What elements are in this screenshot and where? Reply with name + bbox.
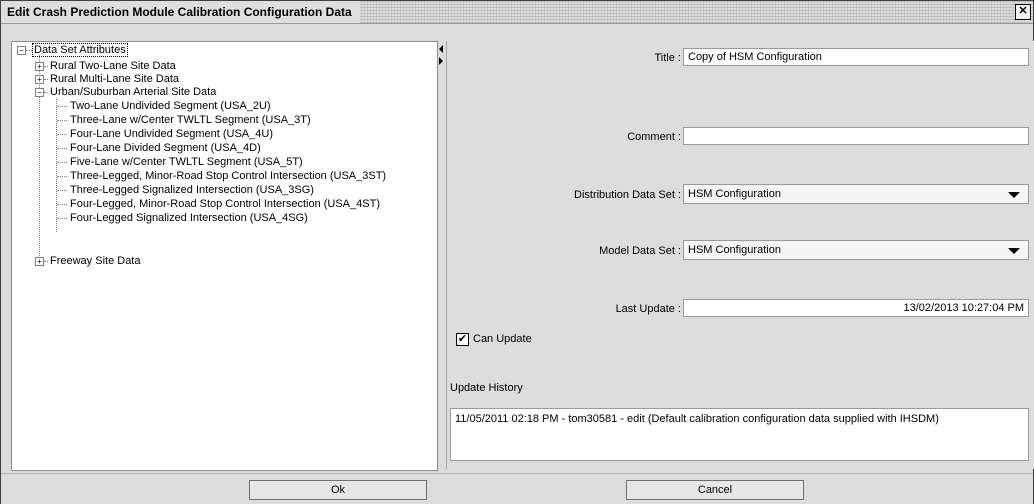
distribution-data-set-value: HSM Configuration	[688, 188, 781, 200]
dialog-window: Edit Crash Prediction Module Calibration…	[0, 0, 1034, 504]
tree-connector	[44, 92, 48, 93]
tree-item-rural-multi-lane[interactable]: Rural Multi-Lane Site Data	[50, 73, 179, 86]
tree-connector	[57, 176, 67, 177]
tree-connector	[57, 148, 67, 149]
tree-connector	[57, 204, 67, 205]
model-data-set-value: HSM Configuration	[688, 244, 781, 256]
tree-connector	[57, 134, 67, 135]
can-update-checkbox[interactable]: ✔	[456, 333, 469, 346]
distribution-data-set-select[interactable]: HSM Configuration	[683, 184, 1029, 204]
tree-connector	[39, 55, 40, 262]
tree-connector	[56, 99, 57, 232]
cancel-button[interactable]: Cancel	[626, 480, 804, 500]
data-set-tree: − Data Set Attributes + Rural Two-Lane S…	[12, 42, 437, 470]
tree-item-urban-arterial[interactable]: Urban/Suburban Arterial Site Data	[50, 86, 216, 99]
chevron-down-icon[interactable]	[1008, 248, 1020, 254]
tree-connector	[57, 120, 67, 121]
expand-icon[interactable]: +	[35, 62, 44, 71]
tree-item-usa-4st[interactable]: Four-Legged, Minor-Road Stop Control Int…	[70, 198, 380, 211]
expand-icon[interactable]: +	[35, 75, 44, 84]
comment-field[interactable]	[683, 127, 1029, 145]
form-panel: Title : Copy of HSM Configuration Commen…	[446, 41, 1034, 469]
expand-icon[interactable]: +	[35, 257, 44, 266]
chevron-down-icon[interactable]	[1008, 192, 1020, 198]
tree-connector	[57, 190, 67, 191]
tree-item-freeway[interactable]: Freeway Site Data	[50, 255, 140, 268]
tree-panel[interactable]: − Data Set Attributes + Rural Two-Lane S…	[11, 41, 438, 471]
tree-item-usa-3t[interactable]: Three-Lane w/Center TWLTL Segment (USA_3…	[70, 114, 311, 127]
model-data-set-select[interactable]: HSM Configuration	[683, 240, 1029, 260]
collapse-icon[interactable]: −	[35, 88, 44, 97]
collapse-right-icon[interactable]	[439, 57, 443, 65]
ok-button[interactable]: Ok	[249, 480, 427, 500]
split-pane-divider[interactable]	[438, 41, 446, 469]
tree-connector	[57, 106, 67, 107]
distribution-data-set-label: Distribution Data Set :	[574, 189, 681, 201]
tree-item-usa-4u[interactable]: Four-Lane Undivided Segment (USA_4U)	[70, 128, 273, 141]
tree-item-usa-3st[interactable]: Three-Legged, Minor-Road Stop Control In…	[70, 170, 386, 183]
tree-connector	[44, 66, 48, 67]
can-update-label[interactable]: Can Update	[473, 333, 532, 345]
title-field[interactable]: Copy of HSM Configuration	[683, 48, 1029, 66]
button-bar: Ok Cancel	[1, 473, 1033, 504]
tree-item-usa-4sg[interactable]: Four-Legged Signalized Intersection (USA…	[70, 212, 308, 225]
tree-connector	[57, 218, 67, 219]
last-update-field: 13/02/2013 10:27:04 PM	[683, 299, 1029, 317]
tree-connector	[44, 261, 48, 262]
model-data-set-label: Model Data Set :	[599, 245, 681, 257]
tree-root-label: Data Set Attributes	[32, 43, 128, 57]
last-update-label: Last Update :	[615, 303, 681, 315]
collapse-left-icon[interactable]	[439, 45, 443, 53]
close-icon[interactable]: ✕	[1015, 4, 1031, 20]
tree-connector	[57, 162, 67, 163]
update-history-entry[interactable]: 11/05/2011 02:18 PM - tom30581 - edit (D…	[455, 413, 1024, 425]
title-label: Title :	[654, 52, 682, 64]
update-history-list[interactable]: 11/05/2011 02:18 PM - tom30581 - edit (D…	[450, 408, 1029, 461]
title-bar[interactable]: Edit Crash Prediction Module Calibration…	[1, 1, 1033, 24]
tree-item-usa-2u[interactable]: Two-Lane Undivided Segment (USA_2U)	[70, 100, 271, 113]
collapse-icon[interactable]: −	[17, 46, 26, 55]
tree-connector	[44, 79, 48, 80]
tree-item-usa-5t[interactable]: Five-Lane w/Center TWLTL Segment (USA_5T…	[70, 156, 303, 169]
window-title: Edit Crash Prediction Module Calibration…	[1, 1, 360, 23]
tree-root[interactable]: Data Set Attributes	[32, 43, 128, 57]
comment-label: Comment :	[627, 131, 681, 143]
tree-item-usa-3sg[interactable]: Three-Legged Signalized Intersection (US…	[70, 184, 314, 197]
tree-item-rural-two-lane[interactable]: Rural Two-Lane Site Data	[50, 60, 176, 73]
tree-item-usa-4d[interactable]: Four-Lane Divided Segment (USA_4D)	[70, 142, 261, 155]
update-history-label: Update History	[450, 382, 523, 394]
